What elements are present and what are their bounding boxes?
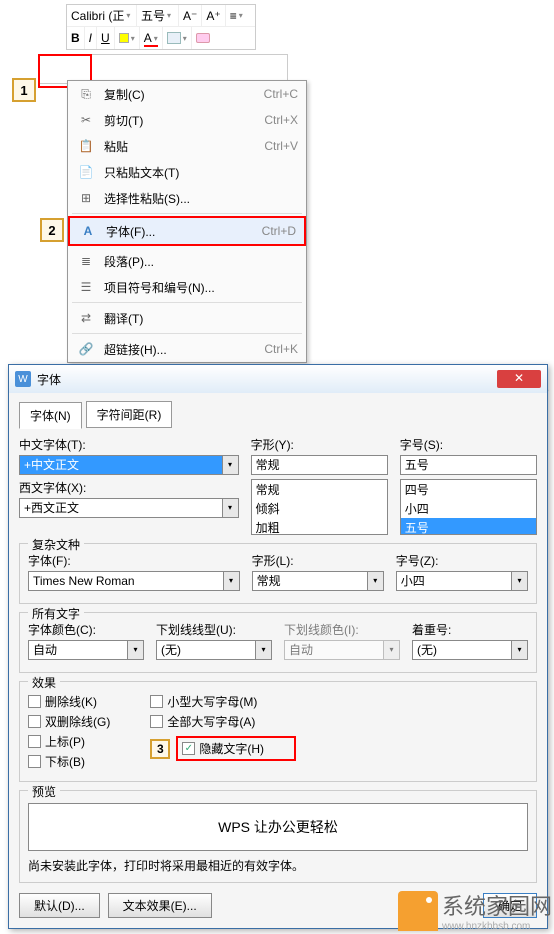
highlight-button[interactable]: ▾ — [115, 27, 140, 49]
align-button[interactable]: ▾ — [163, 27, 192, 49]
italic-button[interactable]: I — [85, 27, 97, 49]
bullets-icon: ☰ — [76, 280, 96, 294]
size-label: 字号(S): — [400, 436, 537, 453]
emphasis-combo[interactable]: (无)▾ — [412, 640, 528, 660]
effects-group: 效果 删除线(K) 双删除线(G) 上标(P) 下标(B) 小型大写字母(M) … — [19, 681, 537, 782]
en-font-label: 西文字体(X): — [19, 479, 239, 496]
shrink-font-button[interactable]: A⁻ — [179, 5, 202, 27]
tab-spacing[interactable]: 字符间距(R) — [86, 401, 173, 428]
menu-paste[interactable]: 📋粘贴Ctrl+V — [68, 133, 306, 159]
link-icon: 🔗 — [76, 342, 96, 356]
callout-1: 1 — [12, 78, 36, 102]
clear-format-button[interactable] — [192, 27, 214, 49]
dialog-titlebar: W 字体 ✕ — [9, 365, 547, 393]
smallcaps-checkbox[interactable]: 小型大写字母(M) — [150, 693, 296, 710]
font-combo[interactable]: Calibri (正▾ — [67, 5, 137, 27]
style-label: 字形(Y): — [251, 436, 388, 453]
text-effect-button[interactable]: 文本效果(E)... — [108, 893, 212, 918]
dialog-title-text: 字体 — [37, 371, 61, 388]
paste-icon: 📋 — [76, 139, 96, 153]
cn-font-combo[interactable]: +中文正文▾ — [19, 455, 239, 475]
callout-2: 2 — [40, 218, 64, 242]
tabs: 字体(N) 字符间距(R) — [19, 401, 537, 428]
menu-translate[interactable]: ⇄翻译(T) — [68, 305, 306, 331]
preview-box: WPS 让办公更轻松 — [28, 803, 528, 851]
menu-copy[interactable]: ⎘复制(C)Ctrl+C — [68, 81, 306, 107]
style-listbox[interactable]: 常规倾斜加粗 — [251, 479, 388, 535]
menu-bullets[interactable]: ☰项目符号和编号(N)... — [68, 274, 306, 300]
dialog-icon: W — [15, 371, 31, 387]
superscript-checkbox[interactable]: 上标(P) — [28, 733, 110, 750]
menu-paste-special[interactable]: ⊞选择性粘贴(S)... — [68, 185, 306, 211]
menu-paragraph[interactable]: ≣段落(P)... — [68, 248, 306, 274]
strike-checkbox[interactable]: 删除线(K) — [28, 693, 110, 710]
font-dialog: W 字体 ✕ 字体(N) 字符间距(R) 中文字体(T): +中文正文▾ 字形(… — [8, 364, 548, 929]
line-spacing-button[interactable]: ≡▾ — [226, 5, 247, 27]
menu-font[interactable]: A字体(F)...Ctrl+D — [68, 216, 306, 246]
size-listbox[interactable]: 四号小四五号 — [400, 479, 537, 535]
underline-button[interactable]: U — [97, 27, 115, 49]
menu-paste-text[interactable]: 📄只粘贴文本(T) — [68, 159, 306, 185]
close-button[interactable]: ✕ — [497, 370, 541, 388]
watermark: 系统家园网 www.hnzkhbsb.com — [398, 889, 552, 932]
size-combo[interactable]: 五号▾ — [137, 5, 179, 27]
color-combo[interactable]: 自动▾ — [28, 640, 144, 660]
menu-cut[interactable]: ✂剪切(T)Ctrl+X — [68, 107, 306, 133]
menu-hyperlink[interactable]: 🔗超链接(H)...Ctrl+K — [68, 336, 306, 362]
font-note: 尚未安装此字体，打印时将采用最相近的有效字体。 — [28, 857, 528, 874]
size-input[interactable]: 五号 — [400, 455, 537, 475]
complex-style-combo[interactable]: 常规▾ — [252, 571, 384, 591]
hidden-checkbox[interactable]: ✓隐藏文字(H) — [176, 736, 296, 761]
complex-font-combo[interactable]: Times New Roman▾ — [28, 571, 240, 591]
watermark-icon — [398, 891, 438, 931]
tab-font[interactable]: 字体(N) — [19, 402, 82, 429]
font-color-button[interactable]: A▾ — [140, 27, 163, 49]
bold-button[interactable]: B — [67, 27, 85, 49]
complex-size-combo[interactable]: 小四▾ — [396, 571, 528, 591]
default-button[interactable]: 默认(D)... — [19, 893, 100, 918]
cn-font-label: 中文字体(T): — [19, 436, 239, 453]
allcaps-checkbox[interactable]: 全部大写字母(A) — [150, 713, 296, 730]
paste-text-icon: 📄 — [76, 165, 96, 179]
para-icon: ≣ — [76, 254, 96, 268]
all-text-group: 所有文字 字体颜色(C):自动▾ 下划线线型(U):(无)▾ 下划线颜色(I):… — [19, 612, 537, 673]
cut-icon: ✂ — [76, 113, 96, 127]
underline-color-combo: 自动▾ — [284, 640, 400, 660]
complex-group: 复杂文种 字体(F): Times New Roman▾ 字形(L): 常规▾ … — [19, 543, 537, 604]
mini-toolbar: Calibri (正▾ 五号▾ A⁻ A⁺ ≡▾ B I U ▾ A▾ ▾ — [66, 4, 256, 50]
callout-3: 3 — [150, 739, 170, 759]
grow-font-button[interactable]: A⁺ — [202, 5, 225, 27]
font-icon: A — [78, 224, 98, 238]
underline-style-combo[interactable]: (无)▾ — [156, 640, 272, 660]
preview-group: 预览 WPS 让办公更轻松 尚未安装此字体，打印时将采用最相近的有效字体。 — [19, 790, 537, 883]
dstrike-checkbox[interactable]: 双删除线(G) — [28, 713, 110, 730]
copy-icon: ⎘ — [76, 87, 96, 102]
paste-special-icon: ⊞ — [76, 191, 96, 205]
translate-icon: ⇄ — [76, 311, 96, 325]
context-menu: ⎘复制(C)Ctrl+C ✂剪切(T)Ctrl+X 📋粘贴Ctrl+V 📄只粘贴… — [67, 80, 307, 363]
style-input[interactable]: 常规 — [251, 455, 388, 475]
en-font-combo[interactable]: +西文正文▾ — [19, 498, 239, 518]
subscript-checkbox[interactable]: 下标(B) — [28, 753, 110, 770]
